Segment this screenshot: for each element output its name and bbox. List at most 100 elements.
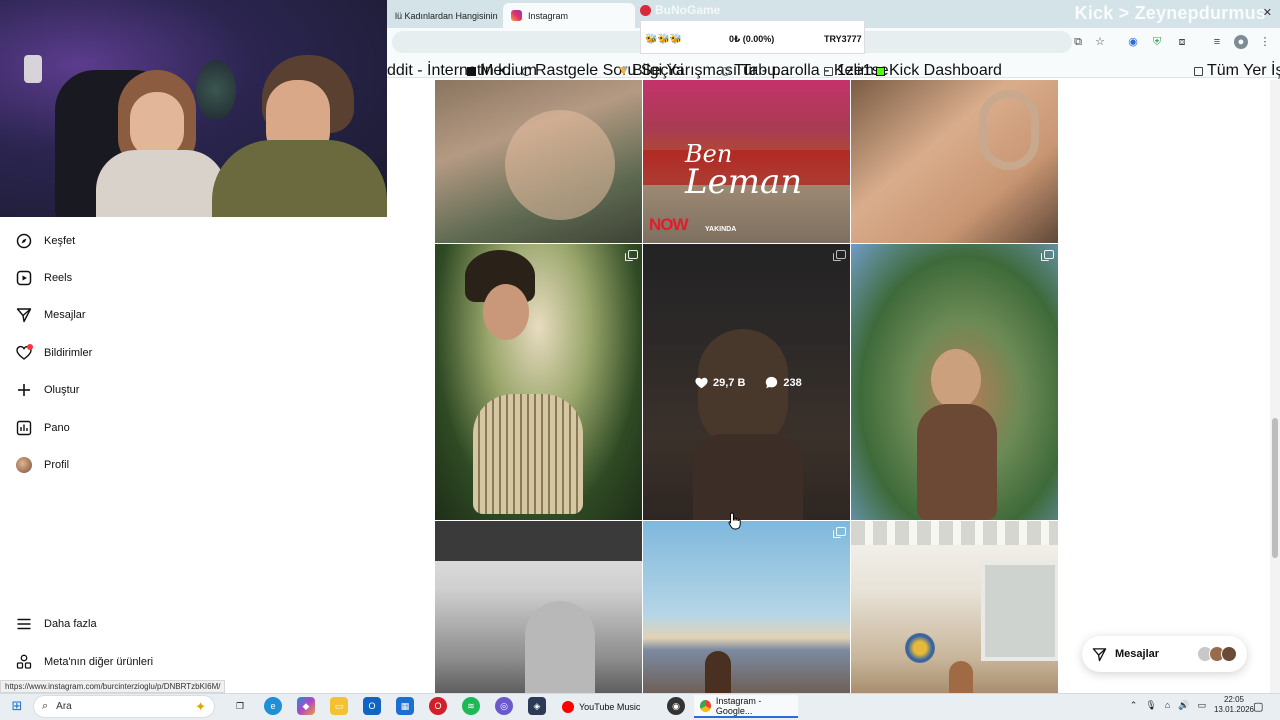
photo-pants: [473, 394, 583, 514]
photo-face: [931, 349, 981, 409]
poster-title-line-2: Leman: [685, 162, 803, 202]
messages-button[interactable]: Mesajlar: [1082, 636, 1247, 672]
folder-icon: [824, 66, 833, 76]
extension-sound-icon[interactable]: ◉: [1126, 35, 1140, 49]
post-thumbnail[interactable]: [435, 244, 642, 520]
task-view-icon[interactable]: ❐: [231, 697, 249, 715]
chevron-up-icon[interactable]: ⌃: [1130, 700, 1138, 711]
poster-badge: YAKINDA: [705, 226, 737, 233]
windows-start-icon[interactable]: ⊞: [8, 697, 26, 715]
sidebar-item-dashboard[interactable]: Pano: [16, 416, 70, 440]
photo-body: [917, 404, 997, 520]
microphone-icon[interactable]: 🎙: [1145, 700, 1156, 711]
likes-stat: 29,7 B: [695, 377, 745, 389]
compass-icon: [16, 233, 32, 249]
file-explorer-icon[interactable]: ▭: [330, 697, 348, 715]
post-thumbnail[interactable]: [851, 521, 1058, 693]
ticker-change: 0₺ (0.00%): [729, 34, 775, 44]
photo-pergola: [851, 521, 1058, 545]
sidebar-item-messages[interactable]: Mesajlar: [16, 303, 86, 327]
dashboard-icon: [16, 420, 32, 436]
discord-icon[interactable]: ◎: [495, 697, 513, 715]
sidebar-item-label: Mesajlar: [44, 309, 86, 321]
scrollbar-thumb[interactable]: [1272, 418, 1278, 558]
streamer-face: [130, 92, 184, 158]
carousel-icon: [625, 250, 638, 261]
bookmark-kick-dashboard[interactable]: Kick Dashboard: [876, 62, 1002, 80]
tab-quiz[interactable]: lü Kadınlardan Hangisinin ✕: [387, 3, 521, 28]
carousel-icon: [833, 527, 846, 538]
install-icon[interactable]: ⧉: [1071, 35, 1085, 49]
outlook-icon[interactable]: O: [363, 697, 381, 715]
media-icon[interactable]: ≡: [1210, 35, 1224, 49]
clock[interactable]: 22:05 13.01.2026: [1214, 695, 1254, 715]
system-tray: ⌃ 🎙 ⌂ 🔊 ▭ 22:05 13.01.2026: [1130, 695, 1254, 715]
reels-icon: [16, 270, 32, 286]
folder-icon: [1194, 66, 1203, 76]
sidebar-item-notifications[interactable]: Bildirimler: [16, 341, 92, 365]
sidebar-item-profile[interactable]: Profil: [16, 453, 69, 477]
webcam-overlay: [0, 0, 387, 217]
poster-title: Ben Leman: [685, 140, 802, 202]
network-icon[interactable]: ⌂: [1165, 700, 1170, 710]
comments-count: 238: [783, 376, 802, 389]
battery-icon[interactable]: ▭: [1197, 700, 1206, 711]
window-close-icon[interactable]: ✕: [1263, 6, 1272, 19]
clock-date: 13.01.2026: [1213, 705, 1254, 714]
ticker-coins: 🐝🐝🐝: [645, 34, 683, 45]
tab-label: lü Kadınlardan Hangisinin: [395, 10, 498, 21]
obs-icon[interactable]: ◉: [667, 697, 685, 715]
puzzle-icon[interactable]: ⧈: [1175, 35, 1189, 49]
menu-icon[interactable]: ⋮: [1258, 35, 1272, 49]
sidebar-item-create[interactable]: Oluştur: [16, 378, 79, 402]
tab-instagram[interactable]: Instagram: [503, 3, 635, 28]
copilot-icon[interactable]: ◆: [297, 697, 315, 715]
sidebar-item-explore[interactable]: Keşfet: [16, 229, 75, 253]
ticker-widget: 🐝🐝🐝 0₺ (0.00%) TRY3777: [640, 20, 865, 54]
taskbar-app-chrome[interactable]: Instagram - Google...: [694, 695, 798, 718]
sidebar-item-more[interactable]: Daha fazla: [16, 612, 97, 636]
shield-icon[interactable]: ⛨: [1150, 35, 1164, 49]
taskbar-app-youtube-music[interactable]: YouTube Music: [556, 695, 660, 718]
all-bookmarks-label: Tüm Yer İşaretleri: [1207, 62, 1280, 79]
post-thumbnail[interactable]: [435, 521, 642, 693]
meta-apps-icon: [16, 654, 32, 670]
poster-network-logo: NOW: [649, 215, 689, 234]
photo-subject: [505, 110, 615, 220]
instagram-icon: [511, 10, 522, 21]
avatar: [16, 457, 32, 473]
post-thumbnail[interactable]: [435, 80, 642, 243]
app-icon[interactable]: ◈: [528, 697, 546, 715]
comments-stat: 238: [765, 376, 802, 389]
ticker-logo: BuNoGame: [640, 3, 720, 17]
plus-icon: [16, 382, 32, 398]
tab-label: Instagram: [528, 10, 569, 21]
post-thumbnail[interactable]: Ben Leman NOW YAKINDA: [643, 80, 850, 243]
spotify-icon[interactable]: ≋: [462, 697, 480, 715]
notification-center-icon[interactable]: ▢: [1253, 700, 1263, 713]
post-thumbnail[interactable]: [851, 80, 1058, 243]
hamburger-icon: [16, 616, 32, 632]
star-icon[interactable]: ☆: [1093, 35, 1107, 49]
photo-subject: [705, 651, 731, 693]
store-icon[interactable]: ▦: [396, 697, 414, 715]
opera-icon[interactable]: O: [429, 697, 447, 715]
sidebar-item-reels[interactable]: Reels: [16, 266, 72, 290]
taskbar-search[interactable]: ⌕ Ara ✦: [33, 695, 215, 718]
guest-body: [212, 140, 387, 217]
youtube-music-icon: [562, 700, 574, 713]
post-thumbnail[interactable]: [643, 521, 850, 693]
sidebar-item-meta[interactable]: Meta'nın diğer ürünleri: [16, 650, 153, 674]
send-icon: [1092, 647, 1107, 661]
edge-icon[interactable]: e: [264, 697, 282, 715]
all-bookmarks[interactable]: Tüm Yer İşaretleri: [1194, 62, 1280, 80]
profile-icon[interactable]: ●: [1234, 35, 1248, 49]
plant-shape: [196, 60, 236, 120]
post-thumbnail[interactable]: [851, 244, 1058, 520]
triangle-icon: [619, 66, 628, 76]
scrollbar[interactable]: [1270, 80, 1280, 693]
hand-cursor-icon: [728, 512, 742, 535]
search-placeholder: Ara: [56, 701, 72, 712]
photo-face: [483, 284, 529, 340]
volume-icon[interactable]: 🔊: [1178, 700, 1189, 711]
